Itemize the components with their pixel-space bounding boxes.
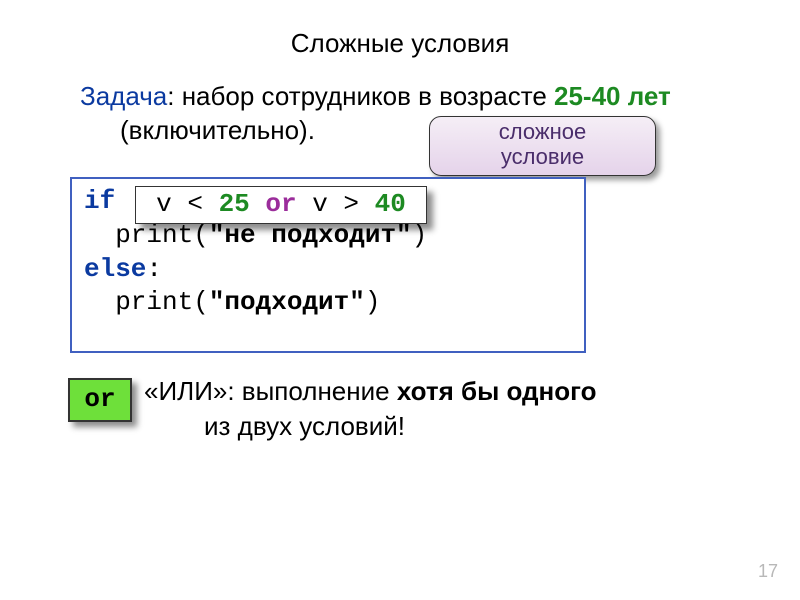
- code-str2: "подходит": [209, 287, 365, 317]
- or-text-bold: хотя бы одного: [397, 376, 597, 406]
- code-print2-post: ): [365, 287, 381, 317]
- slide-title: Сложные условия: [0, 28, 800, 59]
- blank-gt: >: [328, 189, 375, 219]
- or-text-line1a: «ИЛИ»: выполнение: [144, 376, 397, 406]
- code-print2-pre: print(: [84, 287, 209, 317]
- task-sep: :: [167, 81, 181, 111]
- kw-if: if: [84, 186, 115, 216]
- callout-complex-condition: сложное условие: [429, 116, 656, 176]
- or-badge: or: [68, 378, 132, 422]
- task-text-1: набор сотрудников в возрасте: [182, 81, 554, 111]
- blank-v2: v: [312, 189, 328, 219]
- blank-v1: v: [156, 189, 172, 219]
- code-print1-pre: print(: [84, 220, 209, 250]
- blank-sp1: [250, 189, 266, 219]
- callout-line1: сложное: [499, 119, 586, 144]
- kw-else: else: [84, 254, 146, 284]
- or-text-line2: из двух условий!: [144, 411, 405, 441]
- or-explanation: «ИЛИ»: выполнение хотя бы одного из двух…: [144, 374, 740, 444]
- task-text-2: (включительно).: [80, 115, 315, 145]
- slide: Сложные условия Задача: набор сотруднико…: [0, 0, 800, 600]
- code-colon2: :: [146, 254, 162, 284]
- blank-n1: 25: [219, 189, 250, 219]
- callout-line2: условие: [501, 144, 584, 169]
- task-age: 25-40 лет: [554, 81, 671, 111]
- condition-blank: v < 25 or v > 40: [135, 186, 427, 224]
- blank-sp2: [297, 189, 313, 219]
- page-number: 17: [758, 561, 778, 582]
- task-label: Задача: [80, 81, 167, 111]
- blank-n2: 40: [375, 189, 406, 219]
- blank-lt: <: [172, 189, 219, 219]
- blank-or: or: [265, 189, 296, 219]
- code-print1-post: ): [412, 220, 428, 250]
- code-str1: "не подходит": [209, 220, 412, 250]
